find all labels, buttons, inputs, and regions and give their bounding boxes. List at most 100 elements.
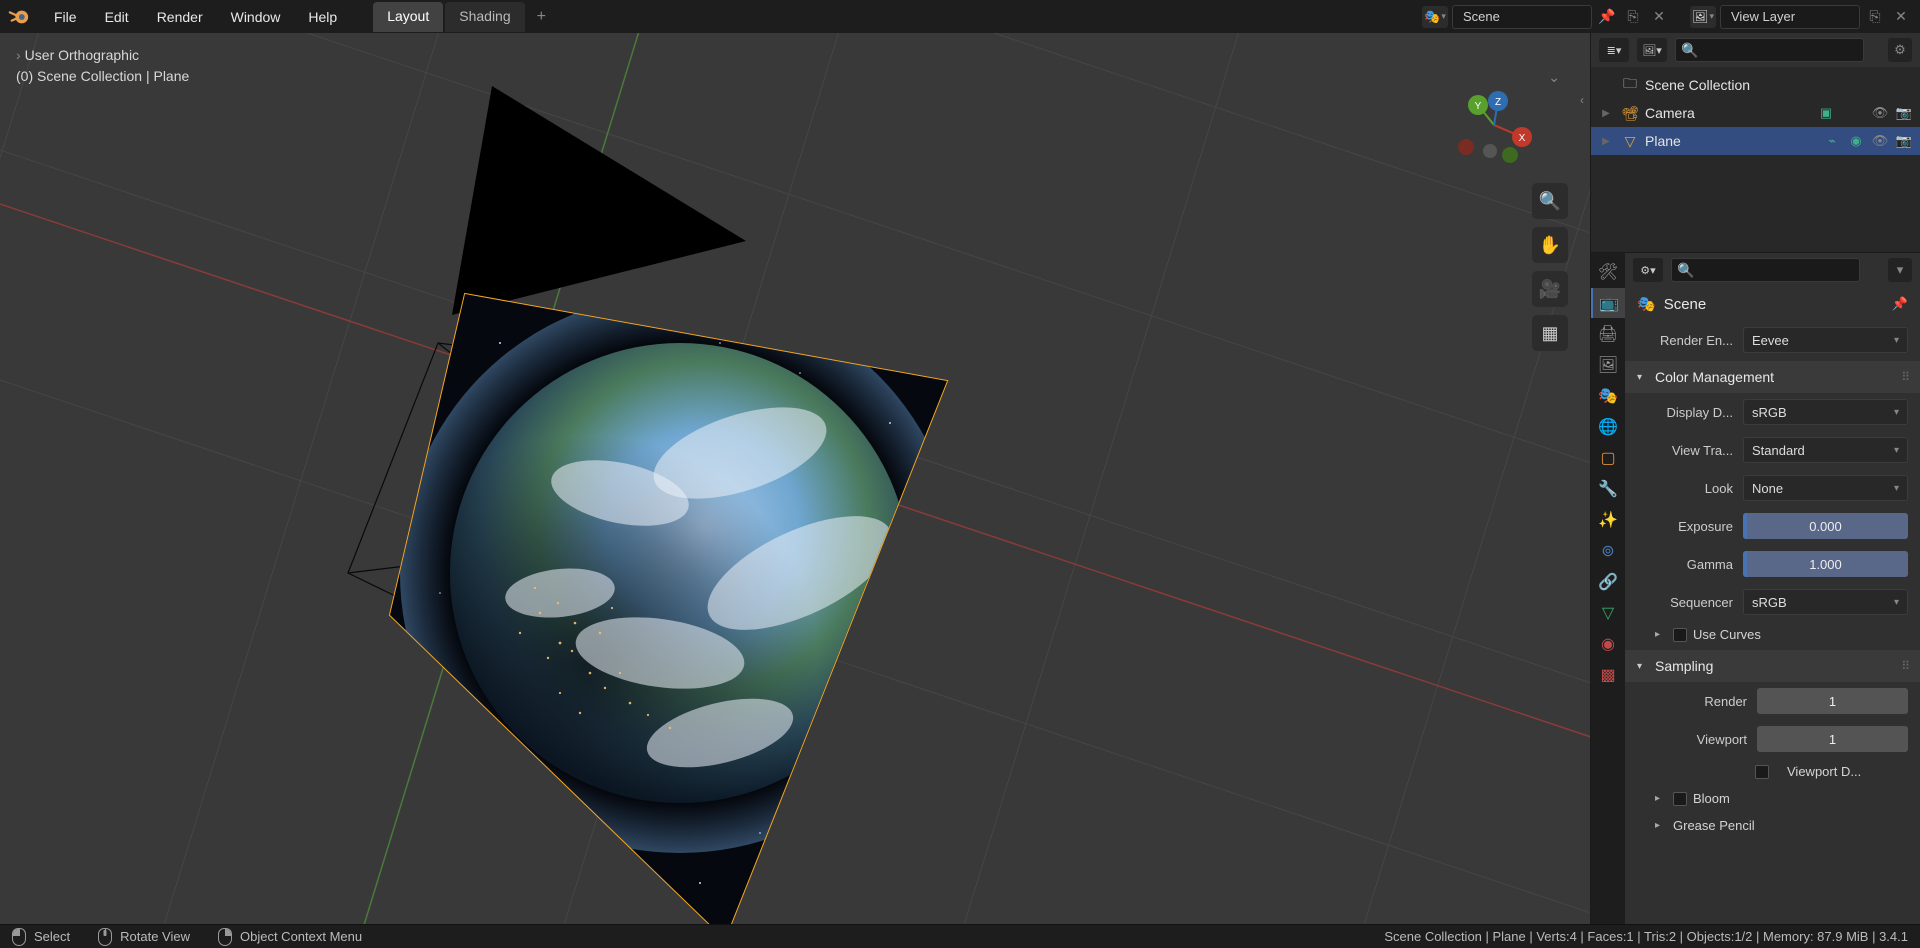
- outliner-filter-button[interactable]: ⚙: [1888, 38, 1912, 62]
- pan-button[interactable]: ✋: [1532, 227, 1568, 263]
- eye-icon[interactable]: 👁: [1870, 105, 1890, 121]
- subpanel-label: Use Curves: [1693, 627, 1761, 642]
- viewlayer-delete-button[interactable]: ✕: [1890, 6, 1912, 28]
- menu-window[interactable]: Window: [219, 5, 293, 29]
- prop-tab-tool[interactable]: 🛠: [1591, 257, 1625, 287]
- scene-name-input[interactable]: [1452, 5, 1592, 29]
- sampling-viewport-input[interactable]: 1: [1757, 726, 1908, 752]
- render-icon[interactable]: 📷: [1894, 133, 1914, 149]
- checkbox[interactable]: [1673, 792, 1687, 806]
- disclosure-icon[interactable]: ▶: [1597, 108, 1615, 119]
- exposure-input[interactable]: 0.000: [1743, 513, 1908, 539]
- scene-browse-button[interactable]: 🎭▾: [1422, 6, 1448, 28]
- gizmo-neg-z[interactable]: [1483, 144, 1497, 158]
- panel-grease-pencil[interactable]: ▸ Grease Pencil: [1625, 812, 1920, 839]
- camera-icon: 🎥: [1539, 279, 1561, 300]
- prop-tab-texture[interactable]: ▩: [1591, 660, 1625, 690]
- disclosure-icon[interactable]: ▶: [1597, 136, 1615, 147]
- outliner-editor-type-button[interactable]: ≣▾: [1599, 38, 1629, 62]
- display-device-select[interactable]: sRGB▾: [1743, 399, 1908, 425]
- viewlayer-browse-button[interactable]: 🖼▾: [1690, 6, 1716, 28]
- overlay-selection-label: (0) Scene Collection | Plane: [16, 68, 189, 84]
- prop-tab-particles[interactable]: ✨: [1591, 505, 1625, 535]
- material-icon[interactable]: ◉: [1846, 133, 1866, 149]
- menu-help[interactable]: Help: [296, 5, 349, 29]
- prop-tab-viewlayer[interactable]: 🖼: [1591, 350, 1625, 380]
- prop-label: Gamma: [1637, 557, 1733, 572]
- scene-new-button[interactable]: ⎘: [1622, 6, 1644, 28]
- scene-pin-button[interactable]: 📌: [1596, 6, 1618, 28]
- prop-tab-render[interactable]: 📺: [1591, 288, 1625, 318]
- camera-view-button[interactable]: 🎥: [1532, 271, 1568, 307]
- material-icon: ◉: [1601, 634, 1615, 654]
- prop-tab-scene[interactable]: 🎭: [1591, 381, 1625, 411]
- panel-sampling[interactable]: ▾ Sampling ⠿: [1625, 650, 1920, 682]
- camera-data-icon[interactable]: ▣: [1816, 105, 1836, 121]
- scene-delete-button[interactable]: ✕: [1648, 6, 1670, 28]
- subpanel-use-curves[interactable]: ▸ Use Curves: [1625, 621, 1920, 648]
- look-select[interactable]: None▾: [1743, 475, 1908, 501]
- gizmo-neg-x[interactable]: [1458, 139, 1474, 155]
- checkbox[interactable]: [1755, 765, 1769, 779]
- status-info-label: Scene Collection | Plane | Verts:4 | Fac…: [1384, 929, 1908, 944]
- properties-search-input[interactable]: [1671, 258, 1860, 282]
- viewport-npanel-toggle-icon[interactable]: ‹: [1580, 93, 1584, 107]
- render-engine-select[interactable]: Eevee▾: [1743, 327, 1908, 353]
- eye-icon[interactable]: 👁: [1870, 133, 1890, 149]
- viewport-header-collapse-icon[interactable]: ⌄: [1548, 69, 1560, 86]
- prop-tab-world[interactable]: 🌐: [1591, 412, 1625, 442]
- perspective-toggle-button[interactable]: ▦: [1532, 315, 1568, 351]
- gizmo-neg-y[interactable]: [1502, 147, 1518, 163]
- outliner-search-input[interactable]: [1675, 38, 1864, 62]
- status-label: Object Context Menu: [240, 929, 362, 944]
- tree-row-scene-collection[interactable]: 🗀 Scene Collection: [1591, 71, 1920, 99]
- chevron-down-icon: ▾: [1894, 445, 1899, 456]
- wrench-icon: 🛠: [1598, 262, 1618, 282]
- prop-tab-mesh[interactable]: ▽: [1591, 598, 1625, 628]
- properties-options-button[interactable]: ▾: [1888, 258, 1912, 282]
- object-icon: ▢: [1600, 448, 1615, 468]
- svg-text:X: X: [1519, 133, 1526, 144]
- menu-file[interactable]: File: [42, 5, 89, 29]
- mesh-data-icon[interactable]: ⌁: [1822, 133, 1842, 149]
- render-icon: 📺: [1599, 293, 1619, 313]
- grip-icon[interactable]: ⠿: [1901, 659, 1908, 673]
- tree-row-camera[interactable]: ▶ 📽 Camera ▣ 👁 📷: [1591, 99, 1920, 127]
- sampling-render-input[interactable]: 1: [1757, 688, 1908, 714]
- view-transform-select[interactable]: Standard▾: [1743, 437, 1908, 463]
- panel-bloom[interactable]: ▸ Bloom: [1625, 785, 1920, 812]
- workspace-add-button[interactable]: +: [527, 2, 556, 32]
- sequencer-select[interactable]: sRGB▾: [1743, 589, 1908, 615]
- nav-gizmo[interactable]: X Y Z: [1454, 85, 1534, 165]
- layers-icon: 🖼: [1598, 355, 1618, 375]
- properties-editor-type-button[interactable]: ⚙▾: [1633, 258, 1663, 282]
- prop-tab-physics[interactable]: ⊚: [1591, 536, 1625, 566]
- pin-icon[interactable]: 📌: [1892, 296, 1908, 312]
- menu-edit[interactable]: Edit: [93, 5, 141, 29]
- chevron-right-icon: ▸: [1655, 629, 1667, 640]
- prop-tab-material[interactable]: ◉: [1591, 629, 1625, 659]
- prop-tab-modifiers[interactable]: 🔧: [1591, 474, 1625, 504]
- overlay-caret-icon[interactable]: ›: [16, 47, 21, 63]
- grip-icon[interactable]: ⠿: [1901, 370, 1908, 384]
- outliner-tree[interactable]: 🗀 Scene Collection ▶ 📽 Camera ▣ 👁 📷 ▶: [1591, 67, 1920, 252]
- render-icon[interactable]: 📷: [1894, 105, 1914, 121]
- outliner-display-mode-button[interactable]: 🖼▾: [1637, 38, 1667, 62]
- prop-tab-object[interactable]: ▢: [1591, 443, 1625, 473]
- workspace-tab-shading[interactable]: Shading: [445, 2, 524, 32]
- prop-label: Display D...: [1637, 405, 1733, 420]
- tree-row-plane[interactable]: ▶ ▽ Plane ⌁ ◉ 👁 📷: [1591, 127, 1920, 155]
- checkbox[interactable]: [1673, 628, 1687, 642]
- gamma-input[interactable]: 1.000: [1743, 551, 1908, 577]
- panel-color-management[interactable]: ▾ Color Management ⠿: [1625, 361, 1920, 393]
- viewlayer-new-button[interactable]: ⎘: [1864, 6, 1886, 28]
- workspace-tab-layout[interactable]: Layout: [373, 2, 443, 32]
- properties-tabs: 🛠 📺 🖨 🖼 🎭 🌐 ▢ 🔧 ✨ ⊚ 🔗 ▽ ◉ ▩: [1591, 253, 1625, 924]
- 3d-viewport[interactable]: ›User Orthographic (0) Scene Collection …: [0, 33, 1590, 924]
- prop-label: Viewport: [1637, 732, 1747, 747]
- zoom-button[interactable]: 🔍: [1532, 183, 1568, 219]
- prop-tab-constraints[interactable]: 🔗: [1591, 567, 1625, 597]
- viewlayer-name-input[interactable]: [1720, 5, 1860, 29]
- menu-render[interactable]: Render: [145, 5, 215, 29]
- prop-tab-output[interactable]: 🖨: [1591, 319, 1625, 349]
